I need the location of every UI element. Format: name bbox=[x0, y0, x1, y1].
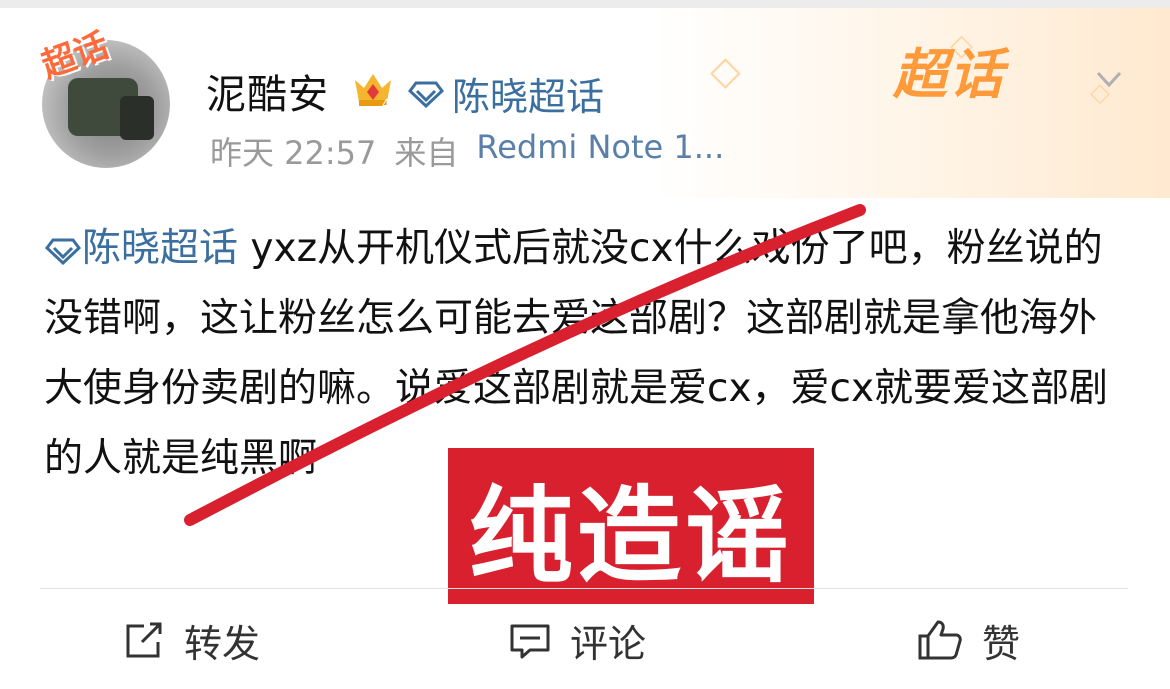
avatar-photo-object bbox=[120, 96, 154, 140]
diamond-icon bbox=[44, 238, 82, 265]
device-link[interactable]: Redmi Note 1... bbox=[476, 128, 724, 174]
share-label: 转发 bbox=[184, 621, 261, 666]
comment-button[interactable]: 评论 bbox=[508, 612, 646, 668]
chevron-down-icon[interactable] bbox=[1094, 64, 1124, 94]
gem-decoration-icon: ◇ bbox=[710, 48, 741, 94]
diamond-icon bbox=[408, 81, 444, 108]
post-meta: 昨天 22:57 来自 Redmi Note 1... bbox=[210, 128, 724, 174]
supertopic-logo: 超话 bbox=[893, 43, 1005, 106]
like-button[interactable]: 赞 bbox=[916, 612, 1020, 668]
top-divider bbox=[0, 0, 1170, 8]
share-icon bbox=[126, 622, 162, 658]
like-icon bbox=[918, 620, 962, 660]
like-label: 赞 bbox=[982, 621, 1021, 666]
crown-level: 4 bbox=[382, 97, 390, 110]
comment-label: 评论 bbox=[570, 621, 647, 666]
crown-icon: 4 bbox=[355, 74, 391, 110]
comment-icon bbox=[510, 624, 550, 659]
action-divider bbox=[40, 588, 1128, 589]
post-time: 昨天 22:57 bbox=[210, 134, 377, 172]
rumor-stamp: 纯造谣 bbox=[448, 448, 814, 604]
username[interactable]: 泥酷安 bbox=[206, 62, 329, 120]
share-button[interactable]: 转发 bbox=[122, 612, 260, 668]
topic-label: 陈晓超话 bbox=[452, 75, 605, 119]
source-prefix: 来自 bbox=[394, 134, 459, 172]
topic-link[interactable]: 陈晓超话 bbox=[408, 66, 604, 121]
